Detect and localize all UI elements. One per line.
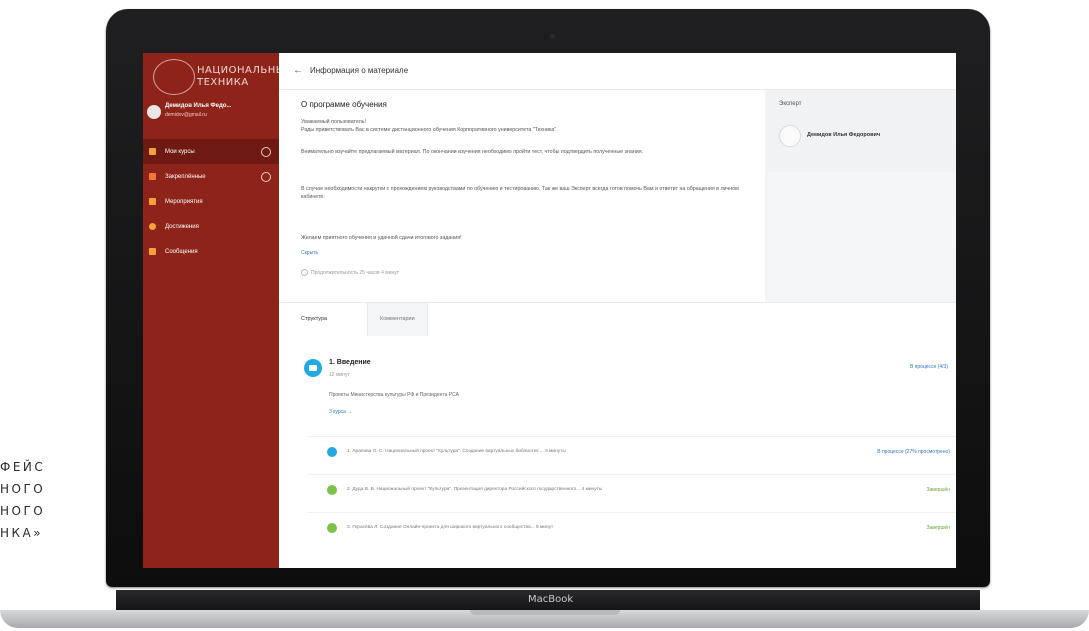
info-greeting: Уважаемый пользователь! [301,119,366,125]
caption-line: ФЕЙС [0,460,46,474]
duration-meta: Продолжительность 25 часов 4 минут [301,269,399,276]
info-paragraph: Желаем приятного обучения и удачной сдач… [301,235,462,241]
logo: НАЦИОНАЛЬНЫЙ ТЕХНИКА [153,59,293,95]
tabs-bar: Структура Комментарии [279,302,956,338]
caption-line: НКА» [0,526,44,540]
check-icon [327,485,337,495]
laptop-brand: MacBook [528,594,574,605]
camera-icon [550,34,555,39]
lesson-status: Завершён [926,487,950,493]
info-paragraph: В случае необходимости накрутки с прохож… [301,186,739,200]
sidebar-nav: Мои курсы Закреплённые Мероприятия Дости… [143,139,279,264]
list-item[interactable]: 1. Арапова О. С. Национальный проект "Ку… [307,436,956,467]
module-title[interactable]: 1. Введение [329,359,371,366]
check-icon [327,523,337,533]
avatar [147,105,161,119]
tab-comments[interactable]: Комментарии [367,303,428,336]
sidebar-item-label: Достижения [165,223,199,230]
side-caption: ФЕЙС НОГО НОГО НКА» [0,456,45,544]
count-badge [261,172,271,182]
lesson-title: 1. Арапова О. С. Национальный проект "Ку… [347,449,566,454]
course-structure: 1. Введение 12 минут В процессе (4/3) Пр… [279,336,956,568]
lesson-status: Завершён [926,525,950,531]
medal-icon [149,223,156,230]
sidebar-item-my-courses[interactable]: Мои курсы [143,139,279,164]
back-arrow-icon[interactable]: ← [293,65,303,76]
pin-icon [149,173,156,180]
count-badge [261,147,271,157]
expert-avatar [779,125,801,147]
sidebar-item-label: Мероприятия [165,198,203,205]
laptop-notch [470,610,620,615]
sidebar-item-events[interactable]: Мероприятия [143,189,279,214]
user-name: Демидов Илья Федо... [165,103,232,109]
clock-icon [301,269,308,276]
user-email: demidov@gmail.ru [165,112,207,118]
caption-line: НОГО [0,504,46,518]
expert-name[interactable]: Демидов Илья Федорович [807,132,880,138]
module-icon [304,359,322,377]
duration-text: Продолжительность 25 часов 4 минут [311,269,400,276]
logo-mark-icon [153,59,195,95]
info-title: О программе обучения [301,100,387,109]
page-title: Информация о материале [310,66,409,75]
caption-line: НОГО [0,482,46,496]
lesson-status: В процессе (27% просмотрено) [877,449,950,455]
main-area: ← Информация о материале О программе обу… [279,53,956,568]
module-time: 12 минут [329,372,350,378]
sidebar-item-pinned[interactable]: Закреплённые [143,164,279,189]
lesson-title: 3. Герасёва Л. Создание Онлайн-проекта д… [347,525,554,530]
tab-structure[interactable]: Структура [289,303,340,338]
sidebar-item-label: Закреплённые [165,173,206,180]
sidebar-item-label: Мои курсы [165,148,195,155]
sidebar-item-messages[interactable]: Сообщения [143,239,279,264]
module-status: В процессе (4/3) [909,364,948,370]
progress-icon [327,447,337,457]
hide-link[interactable]: Скрыть [301,250,318,256]
expert-label: Эксперт [779,101,802,107]
lesson-title: 2. Дуда В. В. Национальный проект "Культ… [347,487,603,492]
list-item[interactable]: 3. Герасёва Л. Создание Онлайн-проекта д… [307,512,956,543]
courses-icon [149,148,156,155]
sidebar: НАЦИОНАЛЬНЫЙ ТЕХНИКА Демидов Илья Федо..… [143,53,293,568]
module-courses-link[interactable]: 3 курса → [329,409,352,415]
message-icon [149,248,156,255]
program-info-panel: О программе обучения Уважаемый пользоват… [279,90,765,302]
expert-panel: Эксперт Демидов Илья Федорович [767,90,956,172]
app-screen: НАЦИОНАЛЬНЫЙ ТЕХНИКА Демидов Илья Федо..… [143,53,956,568]
user-profile[interactable]: Демидов Илья Федо... demidov@gmail.ru [147,101,275,127]
info-paragraph: Рады приветствовать Вас в системе дистан… [301,127,558,133]
topbar: ← Информация о материале [279,53,956,90]
module-description: Проекты Министерства культуры РФ и Прези… [329,392,459,398]
info-paragraph: Внимательно изучайте предлагаемый матери… [301,149,644,155]
logo-text-bottom: ТЕХНИКА [197,77,249,88]
sidebar-item-achievements[interactable]: Достижения [143,214,279,239]
calendar-icon [149,198,156,205]
sidebar-item-label: Сообщения [165,248,198,255]
list-item[interactable]: 2. Дуда В. В. Национальный проект "Культ… [307,474,956,505]
